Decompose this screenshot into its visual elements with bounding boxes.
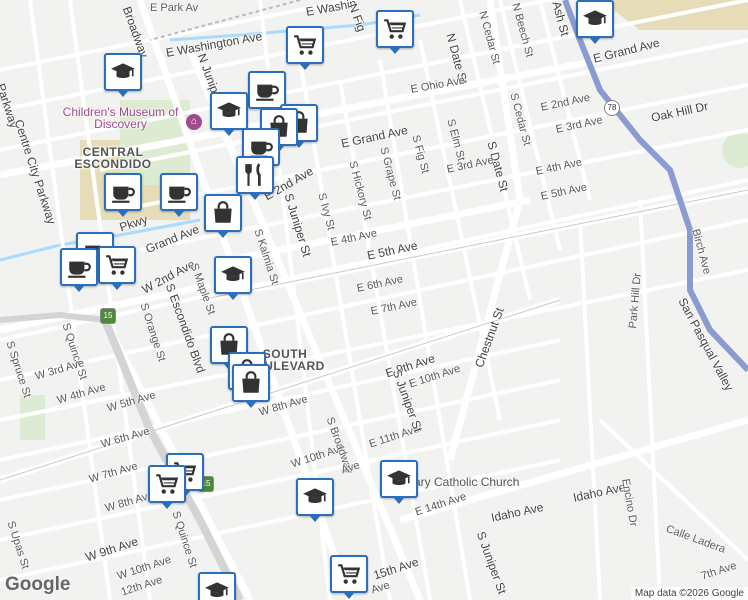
park-area-east [722, 132, 748, 168]
pin-school-broadway[interactable] [296, 478, 334, 522]
pin-school-museum[interactable] [210, 92, 248, 136]
pin-school-south[interactable] [198, 572, 236, 600]
coffee-cup-icon [110, 179, 136, 205]
graduation-cap-icon [302, 484, 328, 510]
shopping-cart-icon [154, 471, 180, 497]
museum-icon[interactable]: ⌂ [186, 114, 202, 130]
pin-shop-escondido-3[interactable] [232, 364, 270, 408]
google-logo[interactable]: Google [5, 574, 70, 596]
graduation-cap-icon [386, 466, 412, 492]
pin-grocery-nfig[interactable] [376, 10, 414, 54]
graduation-cap-icon [110, 59, 136, 85]
area-label-central-escondido: CENTRAL ESCONDIDO [74, 145, 152, 171]
shopping-bag-icon [210, 200, 236, 226]
pin-shop-2nd[interactable] [204, 194, 242, 238]
pin-cafe-grand-2[interactable] [60, 248, 98, 292]
pin-cafe-juniper[interactable] [248, 71, 286, 115]
pin-grocery-washington[interactable] [286, 26, 324, 70]
map-attribution[interactable]: Map data ©2026 Google [630, 587, 748, 600]
graduation-cap-icon [582, 6, 608, 32]
park-area-west [20, 395, 45, 440]
graduation-cap-icon [204, 578, 230, 600]
shopping-bag-icon [238, 370, 264, 396]
coffee-cup-icon [66, 254, 92, 280]
map-canvas[interactable]: E Park Av E Washington Ave E Washin Broa… [0, 0, 748, 600]
graduation-cap-icon [216, 98, 242, 124]
pin-grocery-15th[interactable] [330, 555, 368, 599]
street-label-e-park-av: E Park Av [150, 2, 199, 14]
highway-78-shield: 78 [604, 100, 620, 116]
shopping-cart-icon [382, 16, 408, 42]
pin-cafe-central[interactable] [160, 173, 198, 217]
pin-grocery-7th-b[interactable] [148, 465, 186, 509]
graduation-cap-icon [220, 262, 246, 288]
pin-school-maple[interactable] [214, 256, 252, 300]
poi-label-childrens-museum[interactable]: Children's Museum of Discovery [58, 106, 183, 130]
coffee-cup-icon [254, 77, 280, 103]
shopping-cart-icon [336, 561, 362, 587]
coffee-cup-icon [166, 179, 192, 205]
pin-grocery-grand[interactable] [98, 246, 136, 290]
shopping-cart-icon [292, 32, 318, 58]
pin-school-stmary[interactable] [380, 460, 418, 504]
fork-knife-icon [242, 162, 268, 188]
pin-cafe-west[interactable] [104, 173, 142, 217]
highway-15-shield: 15 [100, 308, 116, 324]
pin-school-ne[interactable] [576, 0, 614, 44]
pin-school-nw[interactable] [104, 53, 142, 97]
pin-restaurant[interactable] [236, 156, 274, 200]
shopping-cart-icon [104, 252, 130, 278]
